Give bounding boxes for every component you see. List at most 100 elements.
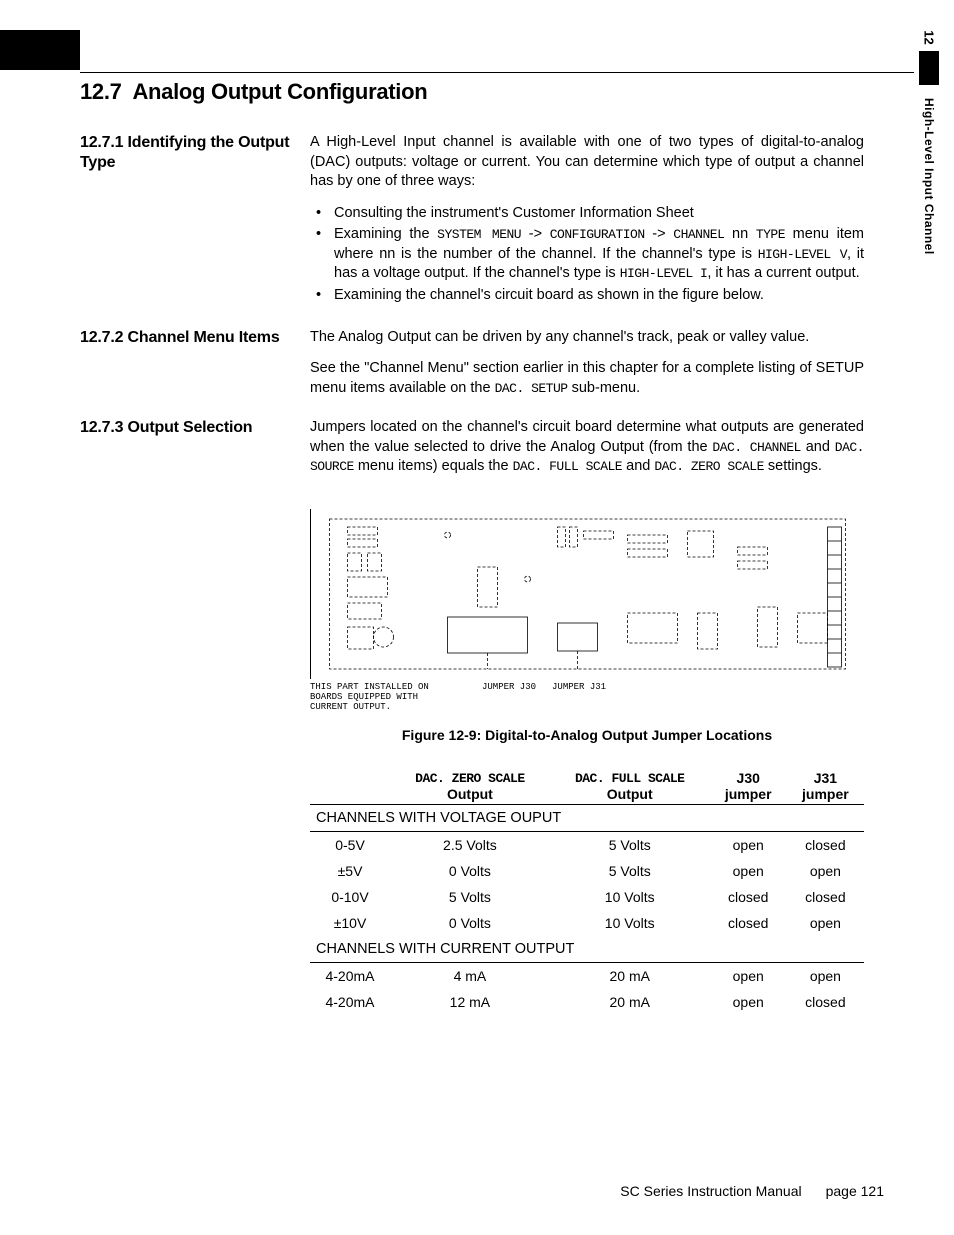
cell: open	[710, 858, 787, 884]
table-header-row: DAC. ZERO SCALEOutput DAC. FULL SCALEOut…	[310, 767, 864, 805]
table-group-current: CHANNELS WITH CURRENT OUTPUT	[310, 936, 864, 963]
page-footer: SC Series Instruction Manual page 121	[80, 1183, 884, 1199]
label: Output	[607, 786, 653, 802]
menu-path: CONFIGURATION	[550, 227, 645, 242]
cell: closed	[710, 910, 787, 936]
cell: 0-10V	[310, 884, 390, 910]
list-item: Consulting the instrument's Customer Inf…	[310, 204, 864, 224]
heading-text: Output Selection	[128, 419, 253, 436]
subsection-heading: 12.7.2 Channel Menu Items	[80, 328, 310, 348]
body-text: A High-Level Input channel is available …	[310, 133, 914, 320]
chapter-title: High-Level Input Channel	[922, 91, 936, 261]
label: jumper	[802, 786, 849, 802]
section-title: 12.7 Analog Output Configuration	[80, 79, 914, 105]
table: DAC. ZERO SCALEOutput DAC. FULL SCALEOut…	[310, 767, 864, 1015]
table-row: ±10V0 Volts10 Voltsclosedopen	[310, 910, 864, 936]
label: Output	[447, 786, 493, 802]
body-text: Jumpers located on the channel's circuit…	[310, 418, 914, 489]
table-group-voltage: CHANNELS WITH VOLTAGE OUPUT	[310, 804, 864, 831]
table-row: 4-20mA4 mA20 mAopenopen	[310, 962, 864, 989]
cell: open	[787, 910, 864, 936]
cell: 12 mA	[390, 989, 550, 1015]
table-row: 4-20mA12 mA20 mAopenclosed	[310, 989, 864, 1015]
cell: open	[710, 831, 787, 858]
menu-path: DAC. FULL SCALE	[513, 459, 623, 474]
subsection-12-7-2: 12.7.2 Channel Menu Items The Analog Out…	[80, 328, 914, 411]
t: ->	[521, 226, 550, 242]
paragraph: The Analog Output can be driven by any c…	[310, 328, 864, 348]
circuit-board-diagram	[310, 509, 864, 679]
subsection-12-7-1: 12.7.1 Identifying the Output Type A Hig…	[80, 133, 914, 320]
th-j31: J31jumper	[787, 767, 864, 805]
menu-path: SYSTEM MENU	[437, 227, 521, 242]
cell: open	[710, 989, 787, 1015]
menu-path: DAC. CHANNEL	[712, 440, 800, 455]
t: menu items) equals the	[354, 458, 513, 474]
cell: 10 Volts	[550, 910, 710, 936]
cell: open	[787, 858, 864, 884]
t: ->	[645, 226, 674, 242]
menu-path: DAC. ZERO SCALE	[654, 459, 764, 474]
subsection-12-7-3: 12.7.3 Output Selection Jumpers located …	[80, 418, 914, 489]
paragraph: A High-Level Input channel is available …	[310, 133, 864, 192]
page: 12 High-Level Input Channel 12.7 Analog …	[0, 0, 954, 1235]
list-text: Consulting the instrument's Customer Inf…	[334, 205, 694, 221]
cell: 0 Volts	[390, 858, 550, 884]
table-row: 0-5V2.5 Volts5 Voltsopenclosed	[310, 831, 864, 858]
cell: 2.5 Volts	[390, 831, 550, 858]
t: and	[801, 439, 835, 455]
figure-caption: Figure 12-9: Digital-to-Analog Output Ju…	[310, 727, 864, 743]
th-full-scale: DAC. FULL SCALEOutput	[550, 767, 710, 805]
side-black-box	[919, 51, 939, 85]
t: Examining the	[334, 226, 437, 242]
jumper-settings-table: DAC. ZERO SCALEOutput DAC. FULL SCALEOut…	[310, 767, 914, 1015]
menu-path: HIGH-LEVEL V	[758, 247, 847, 262]
cell: 0 Volts	[390, 910, 550, 936]
figure-note: THIS PART INSTALLED ON BOARDS EQUIPPED W…	[310, 683, 460, 713]
cell: 5 Volts	[550, 858, 710, 884]
section-number: 12.7	[80, 79, 122, 104]
t: settings.	[764, 458, 822, 474]
paragraph: Jumpers located on the channel's circuit…	[310, 418, 864, 477]
circuit-svg	[315, 517, 860, 677]
label: J30	[737, 770, 760, 786]
cell: open	[710, 962, 787, 989]
jumper-j31-label: JUMPER J31	[552, 683, 606, 693]
jumper-j30-label: JUMPER J30	[482, 683, 536, 693]
cell: closed	[787, 989, 864, 1015]
cell: 4 mA	[390, 962, 550, 989]
heading-num: 12.7.1	[80, 134, 123, 151]
menu-path: HIGH-LEVEL I	[620, 266, 708, 281]
cell: 20 mA	[550, 962, 710, 989]
cell: open	[787, 962, 864, 989]
header-black-bar	[0, 30, 80, 70]
table-row: ±5V0 Volts5 Voltsopenopen	[310, 858, 864, 884]
cell: 4-20mA	[310, 962, 390, 989]
list-item: Examining the channel's circuit board as…	[310, 286, 864, 306]
bullet-list: Consulting the instrument's Customer Inf…	[310, 204, 864, 306]
th-blank	[310, 767, 390, 805]
subsection-heading: 12.7.1 Identifying the Output Type	[80, 133, 310, 173]
side-tab: 12 High-Level Input Channel	[916, 30, 942, 261]
mono-label: DAC. FULL SCALE	[575, 771, 685, 786]
mono-label: DAC. ZERO SCALE	[415, 771, 525, 786]
label: J31	[814, 770, 837, 786]
group-label: CHANNELS WITH CURRENT OUTPUT	[310, 936, 864, 963]
cell: 0-5V	[310, 831, 390, 858]
cell: 4-20mA	[310, 989, 390, 1015]
cell: closed	[710, 884, 787, 910]
section-title-text: Analog Output Configuration	[132, 79, 427, 104]
horizontal-rule	[80, 72, 914, 73]
cell: 20 mA	[550, 989, 710, 1015]
figure-callouts: THIS PART INSTALLED ON BOARDS EQUIPPED W…	[310, 683, 864, 713]
cell: closed	[787, 831, 864, 858]
list-text: Examining the channel's circuit board as…	[334, 287, 764, 303]
cell: 5 Volts	[390, 884, 550, 910]
t: sub-menu.	[568, 380, 641, 396]
th-j30: J30jumper	[710, 767, 787, 805]
heading-num: 12.7.3	[80, 419, 123, 436]
table-row: 0-10V5 Volts10 Voltsclosedclosed	[310, 884, 864, 910]
cell: ±5V	[310, 858, 390, 884]
subsection-heading: 12.7.3 Output Selection	[80, 418, 310, 438]
cell: 5 Volts	[550, 831, 710, 858]
